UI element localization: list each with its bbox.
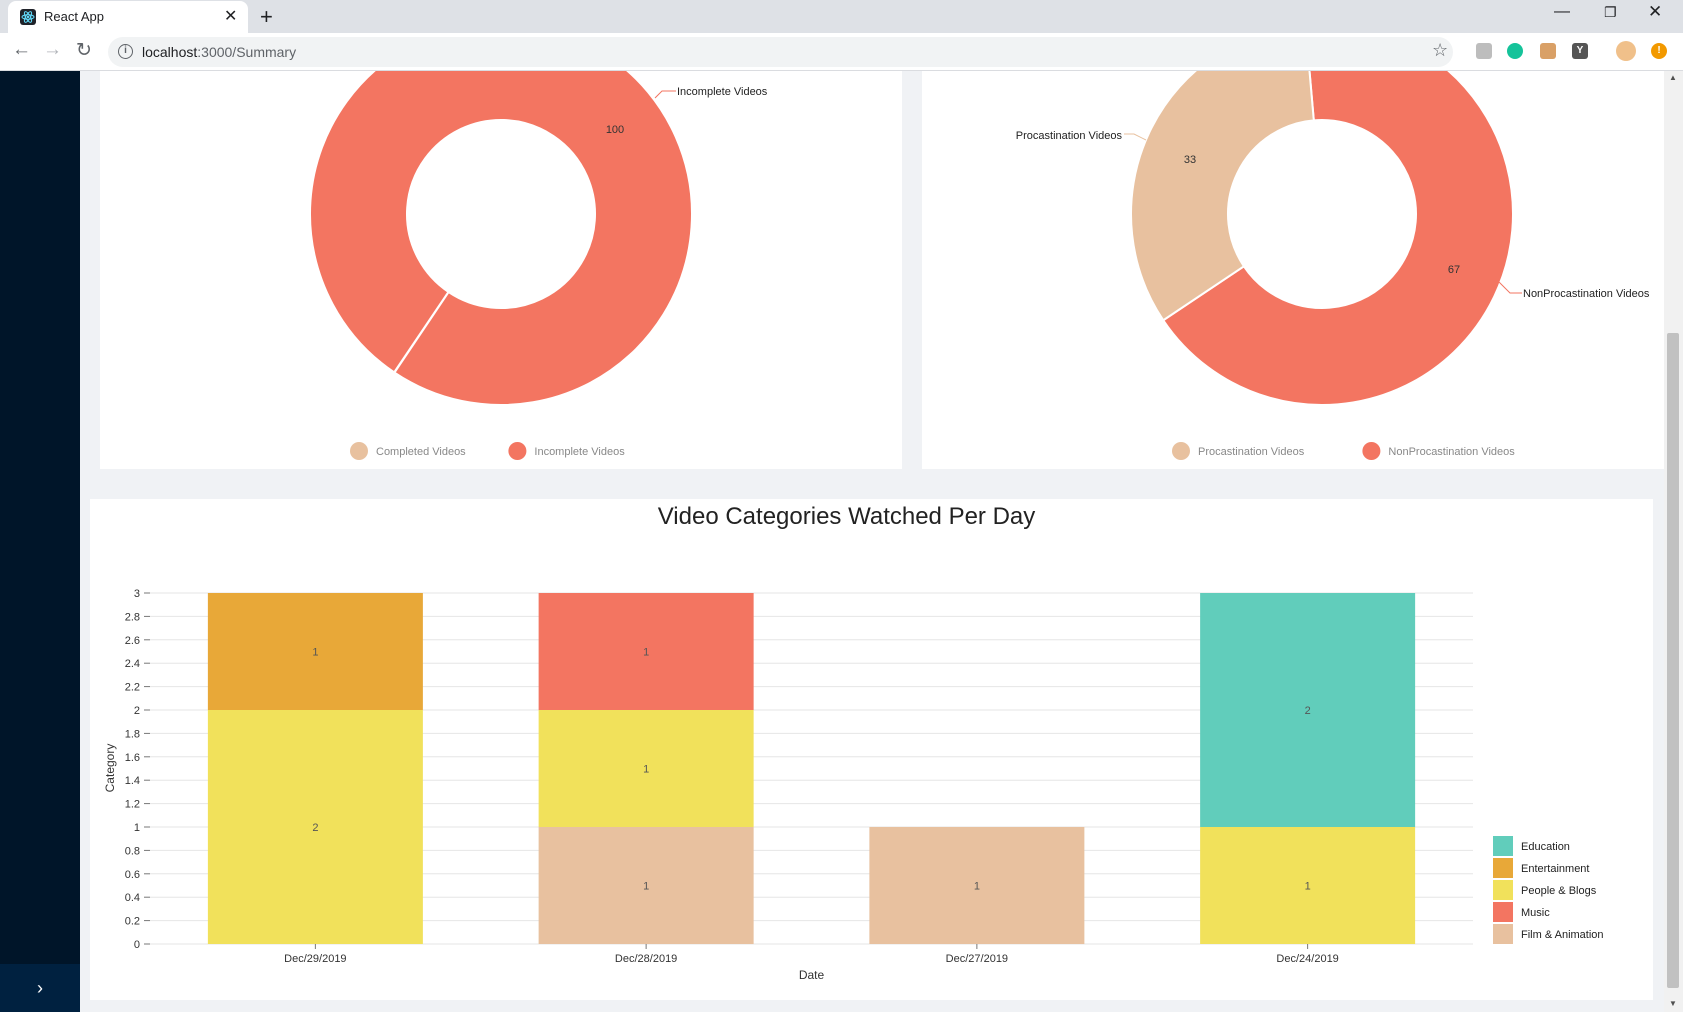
scroll-down-icon[interactable]: ▼ [1669, 999, 1677, 1008]
forward-icon[interactable]: → [43, 39, 62, 61]
back-icon[interactable]: ← [12, 39, 31, 61]
restore-window-icon[interactable]: ❐ [1604, 4, 1617, 21]
browser-tab[interactable]: React App ✕ [8, 1, 248, 33]
site-info-icon[interactable]: i [118, 44, 133, 59]
react-logo-icon [20, 9, 36, 25]
sidebar-expand-button[interactable]: › [0, 964, 80, 1012]
extension-icon[interactable] [1476, 43, 1492, 59]
url-path: :3000/Summary [197, 44, 297, 60]
profile-avatar[interactable] [1616, 41, 1636, 61]
scroll-up-icon[interactable]: ▲ [1669, 73, 1677, 82]
extension-icon[interactable] [1540, 43, 1556, 59]
minimize-icon[interactable]: — [1554, 3, 1570, 21]
new-tab-icon[interactable]: + [260, 4, 273, 30]
url-host: localhost [142, 44, 198, 60]
bar-chart-title: Video Categories Watched Per Day [657, 503, 1036, 530]
grammarly-icon[interactable] [1507, 43, 1523, 59]
tab-title: React App [44, 9, 104, 24]
categories-chart-card [90, 499, 1653, 1000]
address-bar[interactable]: i localhost:3000/Summary ☆ [108, 37, 1453, 67]
reload-icon[interactable]: ↻ [76, 39, 92, 62]
browser-tab-bar: React App ✕ + — ❐ ✕ [0, 0, 1683, 33]
completion-chart-card [100, 71, 902, 469]
update-alert-icon[interactable]: ! [1651, 43, 1667, 59]
browser-toolbar: ← → ↻ i localhost:3000/Summary ☆ Y ! [0, 33, 1683, 71]
scroll-thumb[interactable] [1667, 333, 1679, 988]
url-text: localhost:3000/Summary [142, 44, 296, 60]
sidebar: › [0, 71, 80, 1012]
bookmark-star-icon[interactable]: ☆ [1432, 40, 1448, 61]
procrastination-chart-card [922, 71, 1664, 469]
extension-y-icon[interactable]: Y [1572, 43, 1588, 59]
tab-close-icon[interactable]: ✕ [224, 6, 237, 26]
close-window-icon[interactable]: ✕ [1648, 2, 1662, 22]
page-scrollbar[interactable]: ▲ ▼ [1664, 71, 1683, 1012]
